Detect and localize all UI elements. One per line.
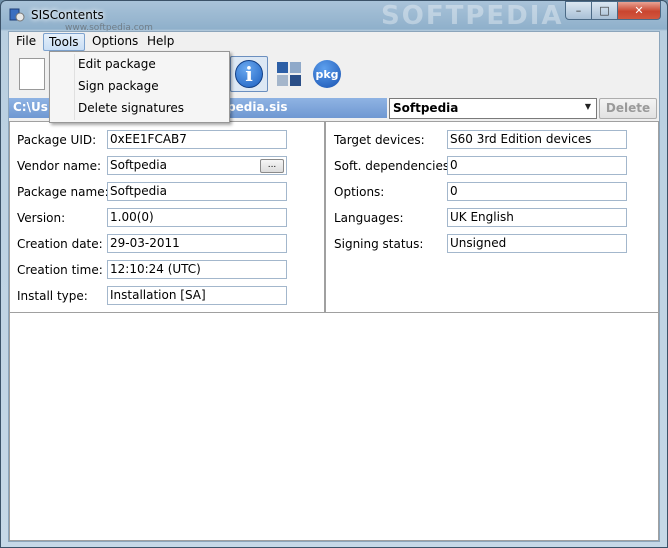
device-info-panel: Target devices: S60 3rd Edition devices … [325, 121, 659, 313]
creation-time-label: Creation time: [17, 263, 103, 277]
minimize-button[interactable]: – [565, 1, 592, 20]
menu-tools[interactable]: Tools [43, 33, 85, 51]
options-label: Options: [334, 185, 385, 199]
window-controls: – □ ✕ [565, 1, 661, 21]
tiles-icon [277, 62, 301, 86]
signer-select[interactable]: Softpedia ▼ [389, 98, 597, 119]
menu-options[interactable]: Options [87, 33, 143, 51]
package-name-label: Package name: [17, 185, 109, 199]
new-document-icon[interactable] [19, 58, 45, 90]
languages-label: Languages: [334, 211, 404, 225]
client-area: File Tools Options Help i pkg C:\Us oftp… [8, 31, 660, 542]
pkg-icon: pkg [313, 60, 341, 88]
tools-menu-dropdown: Edit package Sign package Delete signatu… [49, 51, 230, 123]
target-devices-label: Target devices: [334, 133, 425, 147]
creation-date-label: Creation date: [17, 237, 103, 251]
menu-bar: File Tools Options Help [9, 32, 659, 52]
minimize-icon: – [575, 4, 582, 17]
languages-field[interactable]: UK English [447, 208, 627, 227]
menu-file[interactable]: File [11, 33, 41, 51]
package-uid-label: Package UID: [17, 133, 97, 147]
menu-gutter [74, 54, 75, 120]
maximize-button[interactable]: □ [592, 1, 618, 20]
tiles-button[interactable] [270, 56, 308, 92]
soft-dependencies-label: Soft. dependencies: [334, 159, 454, 173]
chevron-down-icon: ▼ [584, 102, 592, 111]
content-area [9, 313, 659, 541]
package-uid-field[interactable]: 0xEE1FCAB7 [107, 130, 287, 149]
vendor-browse-button[interactable]: ... [260, 159, 284, 173]
signer-select-value: Softpedia [393, 101, 459, 115]
title-bar[interactable]: SISContents SOFTPEDIA www.softpedia.com … [1, 1, 667, 33]
install-type-label: Install type: [17, 289, 88, 303]
info-icon: i [235, 60, 263, 88]
close-button[interactable]: ✕ [618, 1, 661, 20]
package-info-panel: Package UID: 0xEE1FCAB7 Vendor name: Sof… [9, 121, 325, 313]
signing-status-field[interactable]: Unsigned [447, 234, 627, 253]
delete-button[interactable]: Delete [599, 98, 657, 119]
menu-item-delete-signatures[interactable]: Delete signatures [78, 101, 184, 115]
package-name-field[interactable]: Softpedia [107, 182, 287, 201]
soft-dependencies-field[interactable]: 0 [447, 156, 627, 175]
target-devices-field[interactable]: S60 3rd Edition devices [447, 130, 627, 149]
close-icon: ✕ [634, 4, 644, 17]
install-type-field[interactable]: Installation [SA] [107, 286, 287, 305]
signing-status-label: Signing status: [334, 237, 424, 251]
options-field[interactable]: 0 [447, 182, 627, 201]
file-path-start: C:\Us [13, 100, 48, 114]
info-button[interactable]: i [230, 56, 268, 92]
app-window: SISContents SOFTPEDIA www.softpedia.com … [0, 0, 668, 548]
menu-item-sign-package[interactable]: Sign package [78, 79, 159, 93]
watermark-text: SOFTPEDIA [381, 1, 564, 31]
vendor-name-value: Softpedia [110, 158, 167, 172]
maximize-icon: □ [599, 4, 610, 17]
app-icon [9, 8, 25, 22]
pkg-button[interactable]: pkg [308, 56, 346, 92]
menu-help[interactable]: Help [142, 33, 179, 51]
menu-item-edit-package[interactable]: Edit package [78, 57, 156, 71]
version-label: Version: [17, 211, 66, 225]
window-title: SISContents [31, 8, 104, 22]
creation-time-field[interactable]: 12:10:24 (UTC) [107, 260, 287, 279]
vendor-name-label: Vendor name: [17, 159, 102, 173]
version-field[interactable]: 1.00(0) [107, 208, 287, 227]
creation-date-field[interactable]: 29-03-2011 [107, 234, 287, 253]
